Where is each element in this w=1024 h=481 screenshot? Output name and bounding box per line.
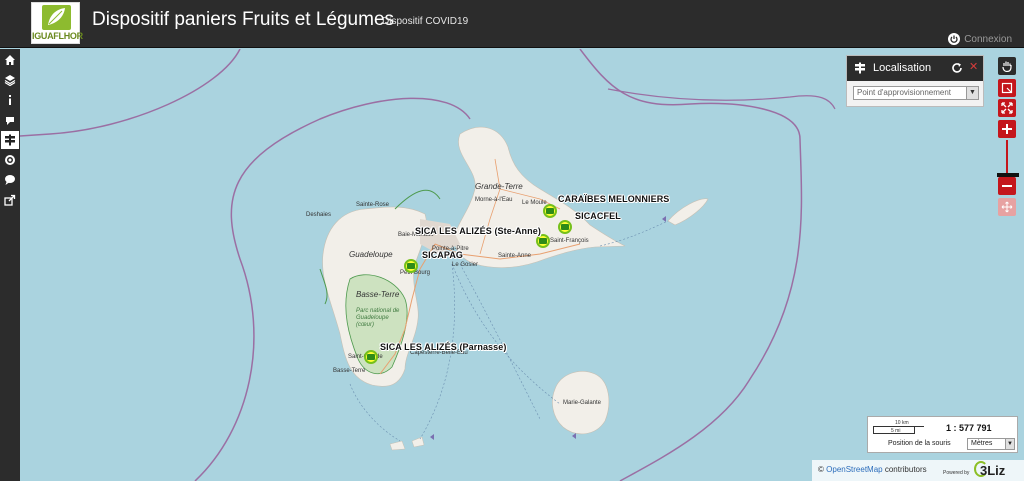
scale-ratio: 1 : 577 791 xyxy=(946,423,992,433)
basket-marker[interactable] xyxy=(558,220,572,234)
basket-marker[interactable] xyxy=(543,204,557,218)
place-label: Le Gosier xyxy=(452,262,479,268)
refresh-icon[interactable] xyxy=(951,62,963,74)
units-select[interactable]: Mètres ▼ xyxy=(967,438,1015,450)
info-icon xyxy=(9,95,11,105)
left-toolbar xyxy=(0,49,20,481)
home-button[interactable] xyxy=(1,51,19,69)
basket-icon xyxy=(561,224,569,230)
target-icon xyxy=(5,155,15,165)
mouse-position-label: Position de la souris xyxy=(888,440,951,447)
marker-label: SICACFEL xyxy=(575,211,621,221)
basket-icon xyxy=(539,238,547,244)
chevron-down-icon: ▼ xyxy=(1005,439,1014,449)
info-button[interactable] xyxy=(1,91,19,109)
scale-mi-label: 5 mi xyxy=(891,428,901,434)
minus-icon xyxy=(1002,185,1012,187)
comment-icon xyxy=(6,117,14,125)
logo[interactable]: IGUAFLHOR xyxy=(31,2,83,44)
place-label: Saint-François xyxy=(550,238,589,244)
place-label: Guadeloupe xyxy=(349,250,393,259)
zoom-extent-button[interactable] xyxy=(998,99,1016,117)
marker-label: SICA LES ALIZÉS (Parnasse) xyxy=(380,342,507,352)
locate-panel-title: Localisation xyxy=(873,62,932,74)
basket-marker[interactable] xyxy=(364,350,378,364)
locate-layer-select[interactable]: Point d'approvisionnement ▼ xyxy=(853,86,979,100)
signpost-icon xyxy=(855,62,865,74)
arrows-icon xyxy=(1001,201,1013,213)
zoom-box-button[interactable] xyxy=(998,79,1016,97)
chat-icon xyxy=(5,175,15,185)
place-label: Basse-Terre xyxy=(356,290,400,299)
scale-bar: 10 km 5 mi xyxy=(873,420,933,434)
zoom-out-button[interactable] xyxy=(998,177,1016,195)
basket-marker[interactable] xyxy=(404,259,418,273)
login-button[interactable]: Connexion xyxy=(948,32,1012,46)
hand-icon xyxy=(1002,61,1012,72)
chat-button[interactable] xyxy=(1,171,19,189)
place-label: Sainte-Rose xyxy=(356,202,390,208)
units-select-value: Mètres xyxy=(971,440,993,447)
locate-signpost-icon xyxy=(5,134,15,146)
scale-km-label: 10 km xyxy=(895,420,909,426)
locate-panel: Localisation ✕ Point d'approvisionnement… xyxy=(846,55,984,107)
attribution: © OpenStreetMap contributors Powered by … xyxy=(812,460,1024,481)
basket-icon xyxy=(367,354,375,360)
fullscreen-button[interactable] xyxy=(998,198,1016,216)
marker-label: SICAPAG xyxy=(422,250,464,260)
comment-button[interactable] xyxy=(1,111,19,129)
pan-button[interactable] xyxy=(998,57,1016,75)
close-icon[interactable]: ✕ xyxy=(969,60,978,73)
place-label: Grande-Terre xyxy=(475,182,523,191)
geolocate-button[interactable] xyxy=(1,151,19,169)
logo-text: IGUAFLHOR xyxy=(32,31,83,41)
home-icon xyxy=(5,55,15,65)
share-icon xyxy=(4,194,16,206)
copyright-symbol: © xyxy=(818,465,824,474)
layers-button[interactable] xyxy=(1,71,19,89)
leaf-logo-icon xyxy=(42,5,71,30)
app-window: IGUAFLHOR Dispositif paniers Fruits et L… xyxy=(0,0,1024,481)
place-label: Deshaies xyxy=(306,212,332,218)
basket-marker[interactable] xyxy=(536,234,550,248)
place-label: Basse-Terre xyxy=(333,368,366,374)
power-icon xyxy=(948,33,961,45)
basket-icon xyxy=(407,263,415,269)
place-label: Marie-Galante xyxy=(563,400,602,406)
header-bar: IGUAFLHOR Dispositif paniers Fruits et L… xyxy=(0,0,1024,48)
locate-button[interactable] xyxy=(1,131,19,149)
locate-select-value: Point d'approvisionnement xyxy=(857,88,952,97)
share-button[interactable] xyxy=(1,191,19,209)
app-subtitle: Dispositif COVID19 xyxy=(382,16,469,27)
app-title: Dispositif paniers Fruits et Légumes xyxy=(92,9,395,30)
zoom-box-icon xyxy=(1001,82,1013,94)
login-label: Connexion xyxy=(964,33,1012,45)
zoom-slider-track[interactable] xyxy=(1006,140,1008,175)
plus-icon xyxy=(1002,124,1012,134)
marker-label: CARAÏBES MELONNIERS xyxy=(558,194,670,204)
basket-icon xyxy=(546,208,554,214)
place-label: Sainte-Anne xyxy=(498,253,532,259)
marker-label: SICA LES ALIZÉS (Ste-Anne) xyxy=(415,226,541,236)
scale-box: 10 km 5 mi 1 : 577 791 Position de la so… xyxy=(867,416,1018,453)
place-label: Morne-à-l'Eau xyxy=(475,197,513,203)
attribution-suffix: contributors xyxy=(884,465,927,474)
expand-icon xyxy=(1001,102,1013,114)
park-label: Parc national de Guadeloupe (cœur) xyxy=(356,308,400,328)
chevron-down-icon: ▼ xyxy=(966,87,978,99)
brand-logo[interactable]: 3Liz xyxy=(980,463,1005,478)
attribution-text: © OpenStreetMap contributors xyxy=(818,465,927,474)
zoom-in-button[interactable] xyxy=(998,120,1016,138)
powered-by-label: Powered by xyxy=(943,470,970,476)
osm-link[interactable]: OpenStreetMap xyxy=(826,465,882,474)
layers-icon xyxy=(4,75,16,86)
place-label: Le Moule xyxy=(522,200,547,206)
locate-panel-header: Localisation ✕ xyxy=(847,56,983,81)
